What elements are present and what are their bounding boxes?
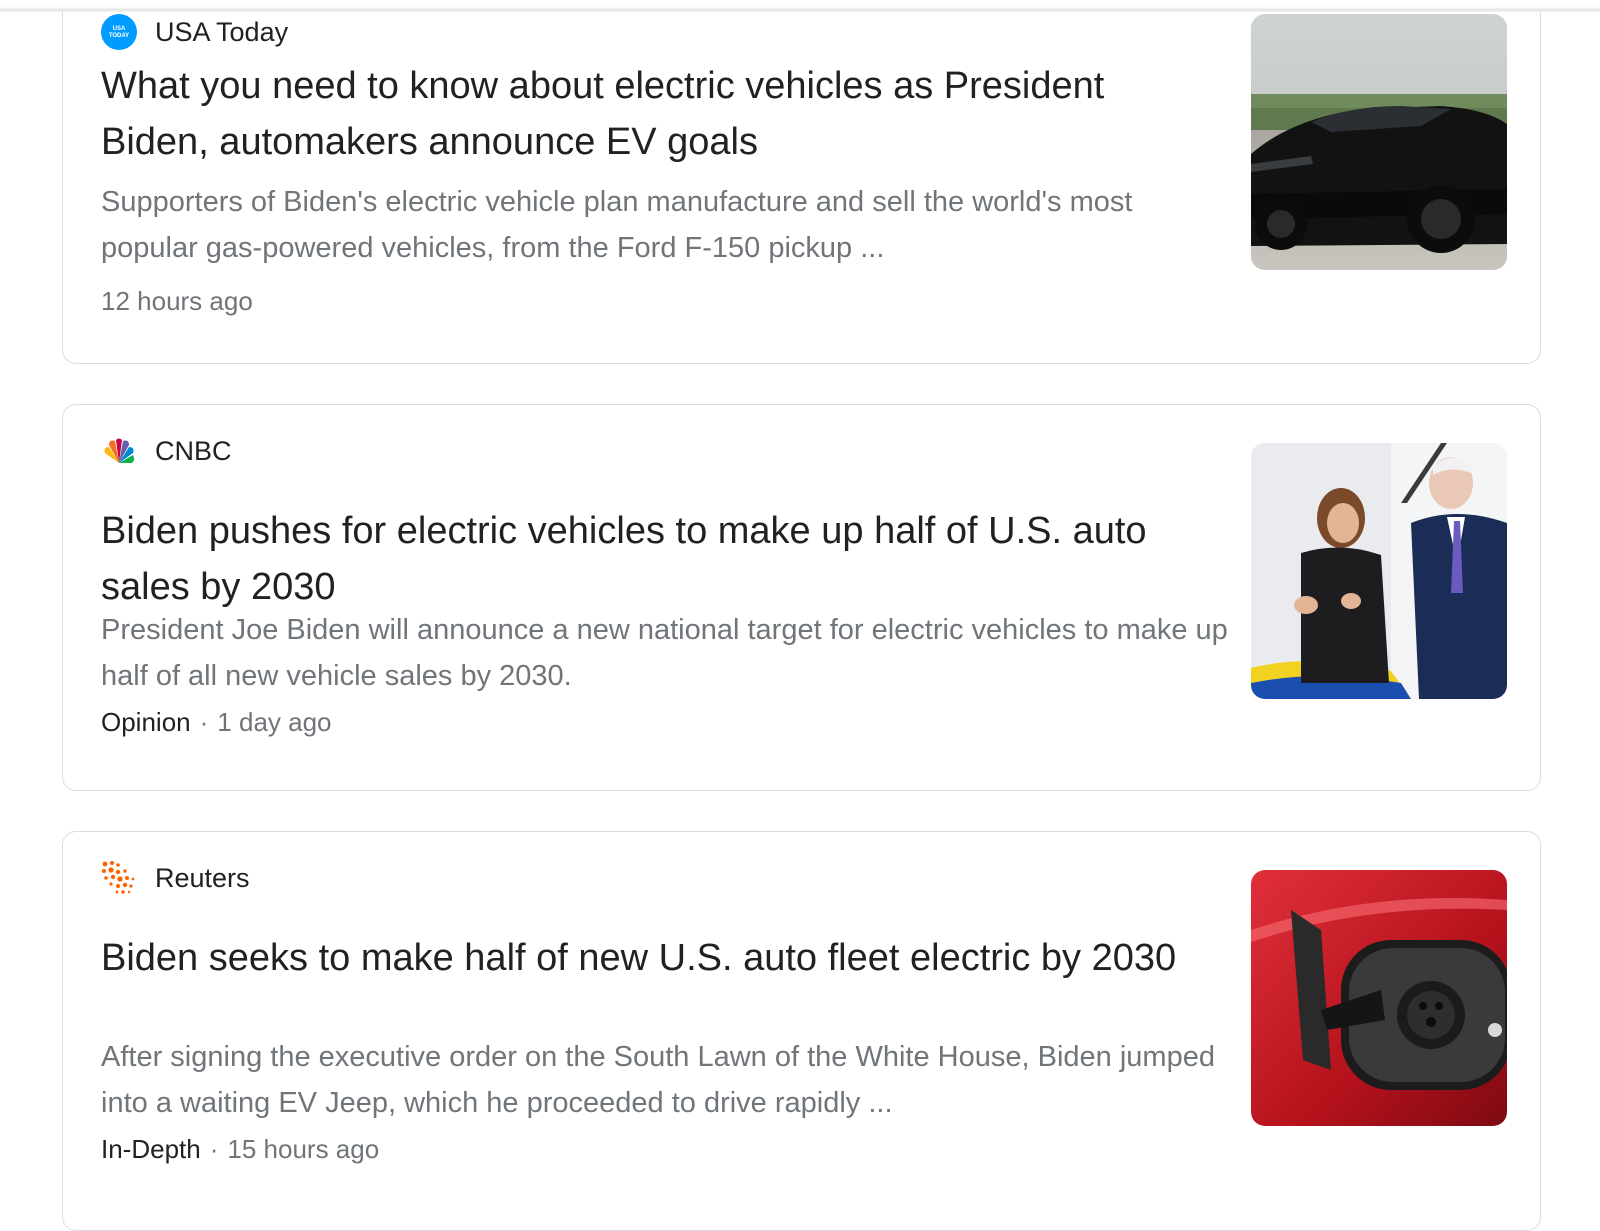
article-headline[interactable]: Biden pushes for electric vehicles to ma… [101, 503, 1221, 615]
meta-separator: · [209, 1134, 219, 1164]
news-card[interactable]: Reuters Biden seeks to make half of new … [62, 831, 1541, 1231]
news-card[interactable]: CNBC Biden pushes for electric vehicles … [62, 404, 1541, 791]
article-time: 1 day ago [217, 707, 332, 737]
article-time: 12 hours ago [101, 286, 253, 316]
top-bar-shadow [0, 0, 1600, 12]
source-row[interactable]: Reuters [101, 861, 250, 895]
source-row[interactable]: USA TODAY USA Today [101, 14, 289, 50]
cnbc-peacock-logo-icon [101, 433, 137, 469]
reuters-dots-logo-icon [101, 860, 137, 896]
news-feed: USA TODAY USA Today What you need to kno… [0, 0, 1600, 1231]
article-snippet: Supporters of Biden's electric vehicle p… [101, 186, 1133, 264]
source-name: CNBC [155, 435, 232, 466]
usa-today-logo-icon: USA TODAY [101, 14, 137, 50]
article-time: 15 hours ago [227, 1134, 380, 1164]
source-row[interactable]: CNBC [101, 434, 232, 468]
svg-text:USA: USA [113, 26, 126, 32]
article-headline[interactable]: Biden seeks to make half of new U.S. aut… [101, 930, 1221, 986]
source-name: USA Today [155, 16, 289, 47]
article-snippet: After signing the executive order on the… [101, 1041, 1215, 1119]
svg-text:TODAY: TODAY [109, 33, 129, 39]
black-suv-image[interactable] [1251, 14, 1507, 270]
meta-separator: · [199, 707, 209, 737]
article-label: In-Depth [101, 1134, 201, 1164]
ev-charging-port-image[interactable] [1251, 870, 1507, 1126]
article-label: Opinion [101, 707, 191, 737]
source-name: Reuters [155, 862, 250, 893]
article-meta: 12 hours ago [101, 286, 253, 317]
article-headline[interactable]: What you need to know about electric veh… [101, 58, 1221, 170]
article-meta: Opinion · 1 day ago [101, 707, 332, 738]
article-snippet: President Joe Biden will announce a new … [101, 614, 1228, 692]
people-with-car-image[interactable] [1251, 443, 1507, 699]
news-card[interactable]: USA TODAY USA Today What you need to kno… [62, 0, 1541, 364]
article-meta: In-Depth · 15 hours ago [101, 1134, 379, 1165]
